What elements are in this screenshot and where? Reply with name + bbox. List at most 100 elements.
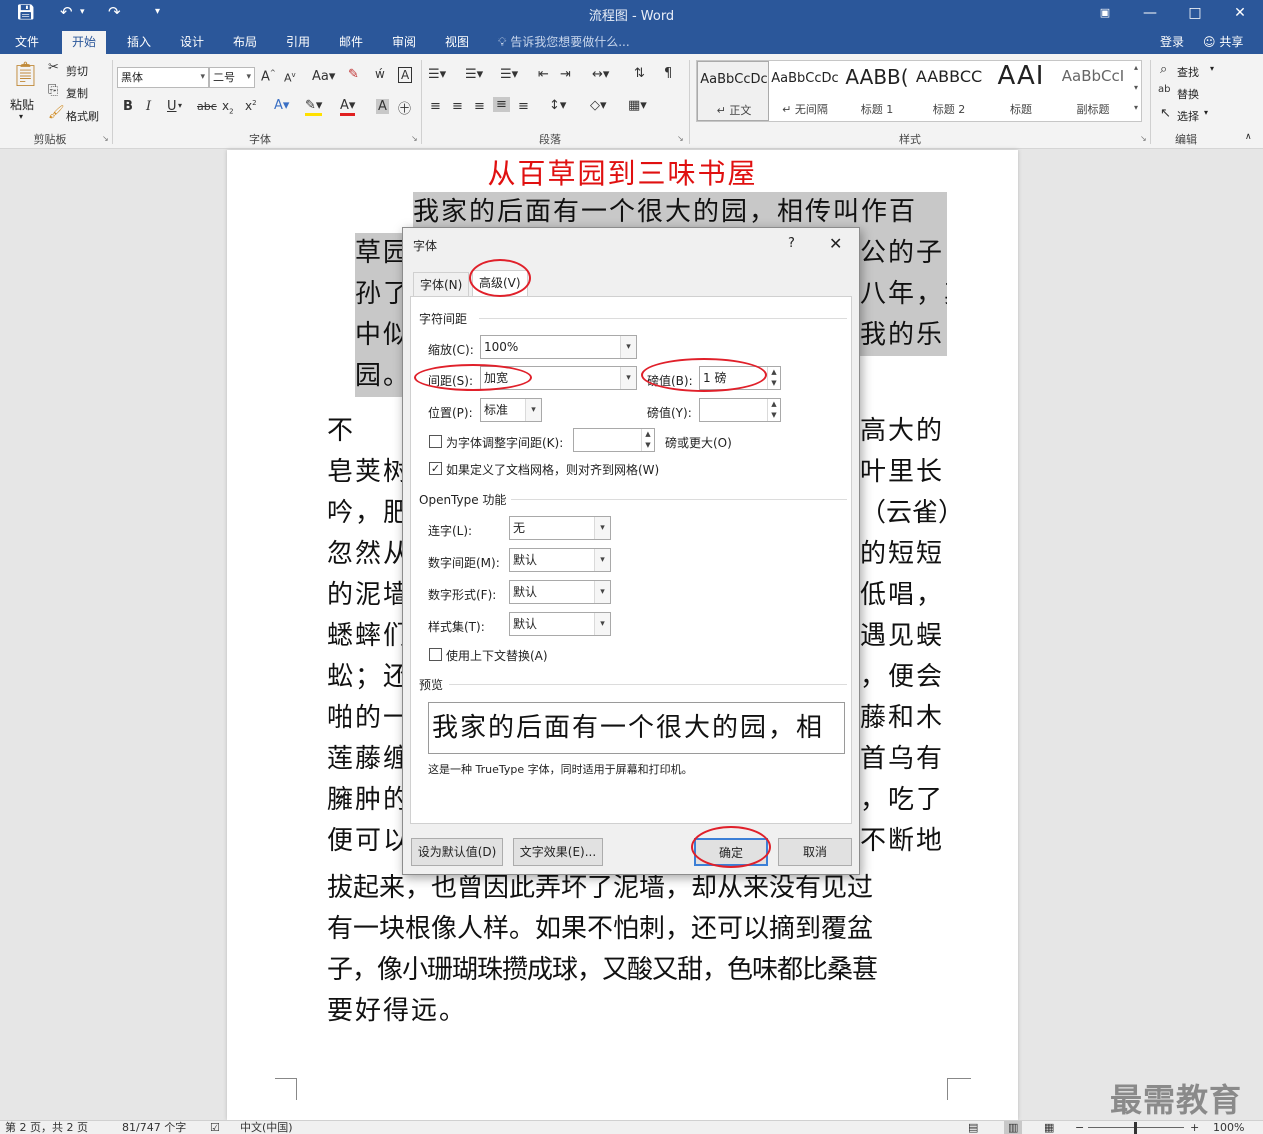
- print-layout-icon[interactable]: ▥: [1004, 1121, 1023, 1134]
- style-normal[interactable]: AaBbCcDc ↵ 正文: [697, 61, 769, 121]
- shrink-font-icon[interactable]: Av: [284, 71, 296, 85]
- strikethrough-icon[interactable]: abc: [197, 100, 217, 113]
- clear-formatting-icon[interactable]: ✎: [348, 67, 359, 82]
- zoom-level[interactable]: 100%: [1213, 1121, 1244, 1134]
- spin-down-icon[interactable]: ▼: [767, 378, 780, 389]
- zoom-slider-thumb[interactable]: [1134, 1122, 1137, 1134]
- tab-file[interactable]: 文件: [5, 31, 49, 54]
- minimize-icon[interactable]: —: [1127, 2, 1173, 26]
- tab-home[interactable]: 开始: [62, 31, 107, 54]
- align-right-icon[interactable]: ≡: [474, 99, 485, 114]
- sign-in-link[interactable]: 登录: [1160, 33, 1184, 50]
- ok-button[interactable]: 确定: [694, 838, 768, 866]
- styles-launcher-icon[interactable]: ↘: [1140, 134, 1147, 143]
- superscript-icon[interactable]: x2: [245, 99, 257, 113]
- proofing-icon[interactable]: ☑: [210, 1121, 220, 1134]
- format-painter-button[interactable]: 格式刷: [66, 108, 99, 124]
- underline-icon[interactable]: U: [167, 99, 177, 114]
- text-effects-icon[interactable]: A▾: [274, 98, 289, 113]
- paste-icon[interactable]: 📋︎: [10, 60, 40, 88]
- cut-button[interactable]: 剪切: [66, 63, 88, 79]
- num-forms-combo[interactable]: 默认 ▾: [509, 580, 611, 604]
- scissors-icon[interactable]: ✂: [48, 60, 59, 75]
- align-center-icon[interactable]: ≡: [452, 99, 463, 114]
- ligatures-combo[interactable]: 无 ▾: [509, 516, 611, 540]
- select-icon[interactable]: ↖: [1160, 106, 1171, 121]
- tab-design[interactable]: 设计: [170, 31, 214, 54]
- increase-indent-icon[interactable]: ⇥: [560, 67, 571, 82]
- zoom-in-icon[interactable]: +: [1190, 1121, 1199, 1134]
- justify-icon[interactable]: ≡: [493, 97, 510, 112]
- char-shading-icon[interactable]: A: [376, 99, 389, 114]
- share-button[interactable]: ☺ 共享: [1203, 33, 1243, 50]
- position-combo[interactable]: 标准 ▾: [480, 398, 542, 422]
- align-left-icon[interactable]: ≡: [430, 99, 441, 114]
- read-mode-icon[interactable]: ▤: [968, 1121, 978, 1134]
- web-layout-icon[interactable]: ▦: [1044, 1121, 1054, 1134]
- decrease-indent-icon[interactable]: ⇤: [538, 67, 549, 82]
- format-painter-icon[interactable]: 🖌︎: [48, 105, 65, 120]
- line-spacing-icon[interactable]: ↕▾: [549, 98, 566, 113]
- tab-insert[interactable]: 插入: [117, 31, 161, 54]
- close-icon[interactable]: ✕: [829, 234, 842, 253]
- chinese-layout-icon[interactable]: ↔▾: [592, 67, 609, 82]
- tab-references[interactable]: 引用: [276, 31, 320, 54]
- tab-mailings[interactable]: 邮件: [329, 31, 373, 54]
- borders-icon[interactable]: ▦▾: [628, 98, 647, 113]
- show-marks-icon[interactable]: ¶: [664, 66, 672, 81]
- distributed-icon[interactable]: ≡: [518, 99, 529, 114]
- style-subtitle[interactable]: AaBbCcI 副标题: [1057, 61, 1129, 121]
- replace-icon[interactable]: ab: [1158, 84, 1170, 95]
- bold-icon[interactable]: B: [123, 99, 133, 114]
- phonetic-guide-icon[interactable]: ẃ: [375, 67, 385, 81]
- find-icon[interactable]: ⌕: [1160, 62, 1167, 77]
- help-icon[interactable]: ?: [788, 236, 795, 251]
- spin-down-icon[interactable]: ▼: [767, 410, 780, 421]
- subscript-icon[interactable]: x2: [222, 99, 234, 115]
- spin-up-icon[interactable]: ▲: [767, 367, 780, 378]
- spin-up-icon[interactable]: ▲: [641, 429, 654, 440]
- shading-icon[interactable]: ◇▾: [590, 98, 607, 113]
- tell-me-box[interactable]: 💡︎ 告诉我您想要做什么...: [498, 33, 630, 50]
- style-no-spacing[interactable]: AaBbCcDc ↵ 无间隔: [769, 61, 841, 121]
- find-button[interactable]: 查找: [1177, 64, 1199, 80]
- spacing-combo[interactable]: 加宽 ▾: [480, 366, 637, 390]
- contextual-checkbox[interactable]: [429, 648, 442, 661]
- tab-layout[interactable]: 布局: [223, 31, 267, 54]
- tab-font[interactable]: 字体(N): [413, 272, 470, 297]
- font-color-icon[interactable]: A▾: [340, 98, 356, 116]
- collapse-ribbon-icon[interactable]: ∧: [1245, 132, 1252, 142]
- set-default-button[interactable]: 设为默认值(D): [411, 838, 503, 866]
- close-icon[interactable]: ✕: [1217, 2, 1263, 26]
- tab-view[interactable]: 视图: [435, 31, 479, 54]
- gallery-up-icon[interactable]: ▴: [1134, 63, 1138, 72]
- gallery-more-icon[interactable]: ▾: [1134, 103, 1138, 112]
- style-heading-2[interactable]: AABBCC 标题 2: [913, 61, 985, 121]
- word-count[interactable]: 81/747 个字: [122, 1121, 186, 1134]
- tab-advanced[interactable]: 高级(V): [472, 270, 528, 297]
- grow-font-icon[interactable]: A^: [261, 69, 276, 84]
- replace-button[interactable]: 替换: [1177, 86, 1199, 102]
- style-heading-1[interactable]: AABB(标题 1: [841, 61, 913, 121]
- font-launcher-icon[interactable]: ↘: [411, 134, 418, 143]
- spin-down-icon[interactable]: ▼: [641, 440, 654, 451]
- enclose-char-icon[interactable]: ㊉: [398, 98, 411, 117]
- text-effects-button[interactable]: 文字效果(E)...: [513, 838, 603, 866]
- maximize-icon[interactable]: □: [1172, 2, 1218, 26]
- stylistic-combo[interactable]: 默认 ▾: [509, 612, 611, 636]
- position-by-spinner[interactable]: ▲ ▼: [699, 398, 781, 422]
- ribbon-display-icon[interactable]: ▣: [1082, 2, 1128, 26]
- select-dropdown-icon[interactable]: ▾: [1204, 108, 1208, 117]
- highlight-icon[interactable]: ✎▾: [305, 98, 323, 116]
- tab-review[interactable]: 审阅: [382, 31, 426, 54]
- char-border-icon[interactable]: A: [398, 67, 413, 83]
- copy-icon[interactable]: ⎘: [48, 83, 58, 98]
- page-count[interactable]: 第 2 页，共 2 页: [5, 1121, 88, 1134]
- clipboard-launcher-icon[interactable]: ↘: [102, 134, 109, 143]
- copy-button[interactable]: 复制: [66, 85, 88, 101]
- sort-icon[interactable]: ⇅: [634, 66, 645, 81]
- find-dropdown-icon[interactable]: ▾: [1210, 64, 1214, 73]
- change-case-icon[interactable]: Aa▾: [312, 69, 335, 84]
- spacing-by-spinner[interactable]: 1 磅 ▲ ▼: [699, 366, 781, 390]
- spin-up-icon[interactable]: ▲: [767, 399, 780, 410]
